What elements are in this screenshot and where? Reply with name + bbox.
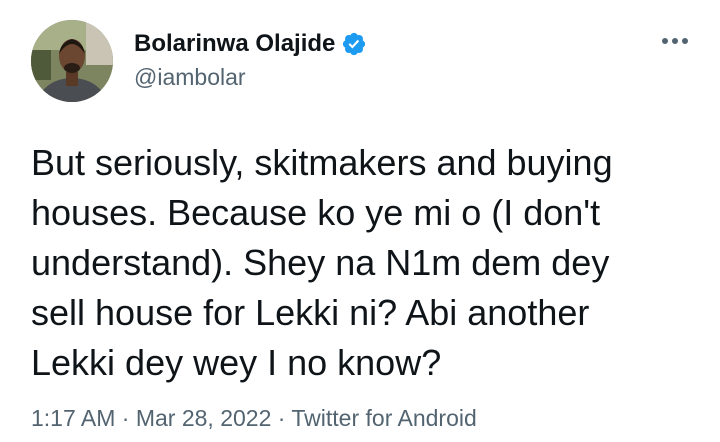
tweet-text-line: understand). Shey na N1m dem dey — [31, 242, 610, 283]
user-handle[interactable]: @iambolar — [134, 64, 246, 91]
more-options-icon — [662, 38, 688, 44]
verified-badge-icon — [341, 31, 367, 57]
more-options-button[interactable] — [655, 28, 695, 54]
tweet-card: Bolarinwa Olajide @iambolar But seriousl… — [0, 0, 720, 442]
tweet-time[interactable]: 1:17 AM — [31, 405, 115, 431]
tweet-text-line: houses. Because ko ye mi o (I don't — [31, 192, 601, 233]
tweet-source[interactable]: Twitter for Android — [291, 405, 476, 431]
avatar[interactable] — [31, 20, 113, 102]
meta-separator: · — [271, 405, 292, 431]
tweet-date[interactable]: Mar 28, 2022 — [136, 405, 272, 431]
meta-separator: · — [115, 405, 136, 431]
tweet-text: But seriously, skitmakers and buying hou… — [31, 138, 701, 388]
tweet-meta: 1:17 AM · Mar 28, 2022 · Twitter for And… — [31, 405, 477, 432]
display-name[interactable]: Bolarinwa Olajide — [134, 30, 335, 58]
tweet-text-line: But seriously, skitmakers and buying — [31, 142, 613, 183]
tweet-text-line: Lekki dey wey I no know? — [31, 342, 442, 383]
name-row: Bolarinwa Olajide — [134, 30, 367, 58]
tweet-text-line: sell house for Lekki ni? Abi another — [31, 292, 590, 333]
